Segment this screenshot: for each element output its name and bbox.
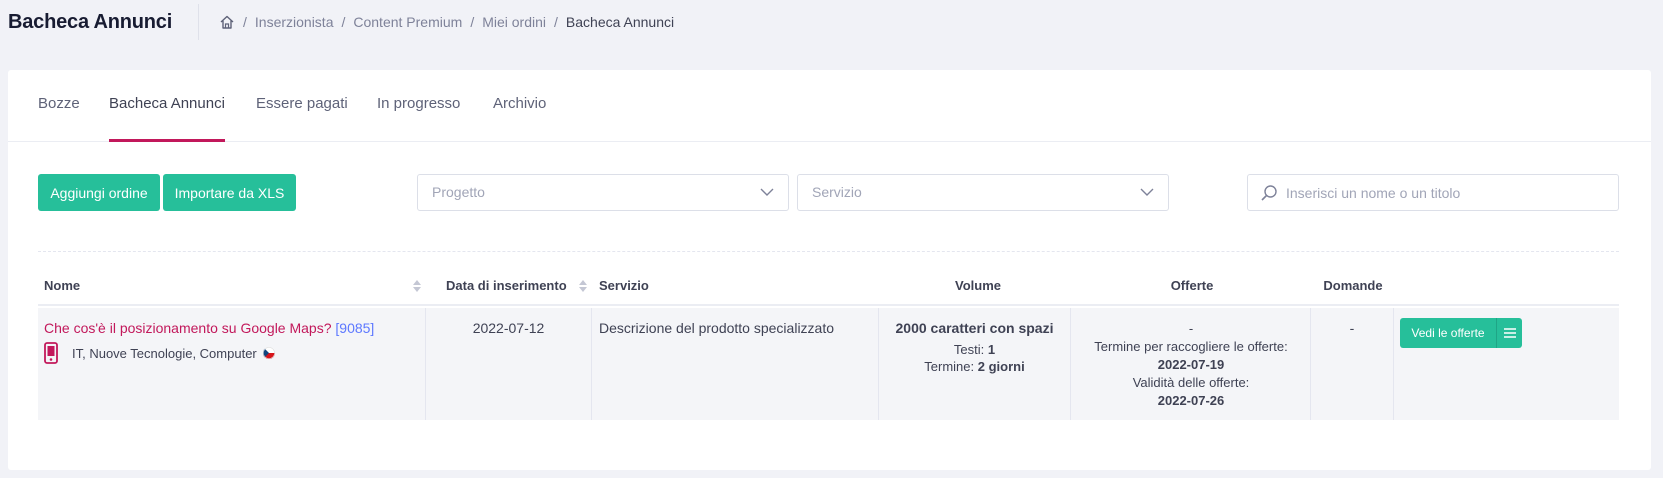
search-box [1247, 174, 1619, 211]
column-divider [1393, 308, 1394, 420]
project-select-placeholder: Progetto [432, 184, 485, 200]
tab-archivio[interactable]: Archivio [493, 70, 546, 142]
column-header-volume: Volume [955, 278, 1001, 293]
row-menu-button[interactable] [1496, 318, 1522, 348]
table-row: Che cos'è il posizionamento su Google Ma… [38, 308, 1619, 420]
deadline-value: 2 giorni [977, 359, 1025, 374]
cell-nome: Che cos'è il posizionamento su Google Ma… [44, 320, 424, 364]
texts-value: 1 [987, 342, 996, 357]
divider [38, 251, 1619, 252]
offers-deadline-value: 2022-07-19 [1157, 357, 1225, 372]
tab-essere-pagati[interactable]: Essere pagati [256, 70, 348, 142]
volume-texts: Testi: 1 [879, 342, 1070, 357]
tab-bacheca-annunci[interactable]: Bacheca Annunci [109, 70, 225, 142]
cell-questions: - [1349, 320, 1355, 336]
order-id[interactable]: [9085] [335, 320, 374, 336]
category-text: IT, Nuove Tecnologie, Computer [72, 345, 257, 361]
czech-flag-icon [262, 347, 275, 359]
chevron-down-icon [1140, 188, 1154, 196]
search-input[interactable] [1286, 175, 1606, 210]
toolbar: Aggiungi ordine Importare da XLS Progett… [8, 174, 1651, 212]
breadcrumb: / Inserzionista / Content Premium / Miei… [219, 14, 674, 30]
cell-offers: - Termine per raccogliere le offerte: 20… [1071, 320, 1311, 410]
breadcrumb-separator: / [243, 14, 247, 30]
column-header-nome[interactable]: Nome [44, 266, 80, 306]
breadcrumb-content-premium[interactable]: Content Premium [353, 14, 462, 30]
project-select[interactable]: Progetto [417, 174, 789, 211]
column-header-data[interactable]: Data di inserimento [446, 266, 567, 306]
sort-icon[interactable] [413, 280, 421, 292]
tab-bozze[interactable]: Bozze [38, 70, 80, 142]
cell-date: 2022-07-12 [472, 320, 545, 336]
volume-main: 2000 caratteri con spazi [895, 320, 1054, 336]
page-header: Bacheca Annunci / Inserzionista / Conten… [0, 0, 1663, 44]
add-order-button[interactable]: Aggiungi ordine [38, 174, 160, 211]
texts-label: Testi: [953, 342, 985, 357]
home-icon[interactable] [219, 14, 235, 30]
breadcrumb-separator: / [554, 14, 558, 30]
view-offers-button[interactable]: Vedi le offerte [1400, 318, 1496, 348]
service-select-placeholder: Servizio [812, 184, 862, 200]
volume-deadline: Termine: 2 giorni [879, 359, 1070, 374]
column-header-domande: Domande [1323, 278, 1383, 293]
offers-dash: - [1188, 321, 1194, 336]
search-icon [1261, 185, 1277, 201]
breadcrumb-separator: / [470, 14, 475, 30]
breadcrumb-current: Bacheca Annunci [565, 14, 675, 30]
breadcrumb-inserzionista[interactable]: Inserzionista [255, 14, 334, 30]
service-select[interactable]: Servizio [797, 174, 1169, 211]
breadcrumb-separator: / [341, 14, 346, 30]
sort-icon[interactable] [579, 280, 587, 292]
main-card: Bozze Bacheca Annunci Essere pagati In p… [8, 70, 1651, 470]
column-header-offerte: Offerte [1170, 278, 1214, 293]
mobile-device-icon [44, 342, 58, 364]
menu-icon [1503, 327, 1516, 338]
tab-bar: Bozze Bacheca Annunci Essere pagati In p… [8, 70, 1651, 142]
offers-validity-label: Validità delle offerte: [1132, 375, 1250, 390]
order-title-link[interactable]: Che cos'è il posizionamento su Google Ma… [44, 320, 332, 336]
breadcrumb-miei-ordini[interactable]: Miei ordini [482, 14, 546, 30]
category-line: IT, Nuove Tecnologie, Computer [44, 342, 424, 364]
cell-service: Descrizione del prodotto specializzato [599, 320, 835, 336]
table-header: Nome Data di inserimento Servizio Volume… [38, 266, 1619, 306]
page-title: Bacheca Annunci [0, 4, 199, 40]
offers-validity-value: 2022-07-26 [1157, 393, 1225, 408]
cell-volume: 2000 caratteri con spazi Testi: 1 Termin… [879, 320, 1070, 374]
chevron-down-icon [760, 188, 774, 196]
offers-deadline-label: Termine per raccogliere le offerte: [1094, 339, 1288, 354]
column-header-servizio: Servizio [599, 278, 649, 293]
tab-in-progresso[interactable]: In progresso [377, 70, 460, 142]
import-xls-button[interactable]: Importare da XLS [163, 174, 296, 211]
column-divider [591, 308, 592, 420]
deadline-label: Termine: [924, 359, 975, 374]
